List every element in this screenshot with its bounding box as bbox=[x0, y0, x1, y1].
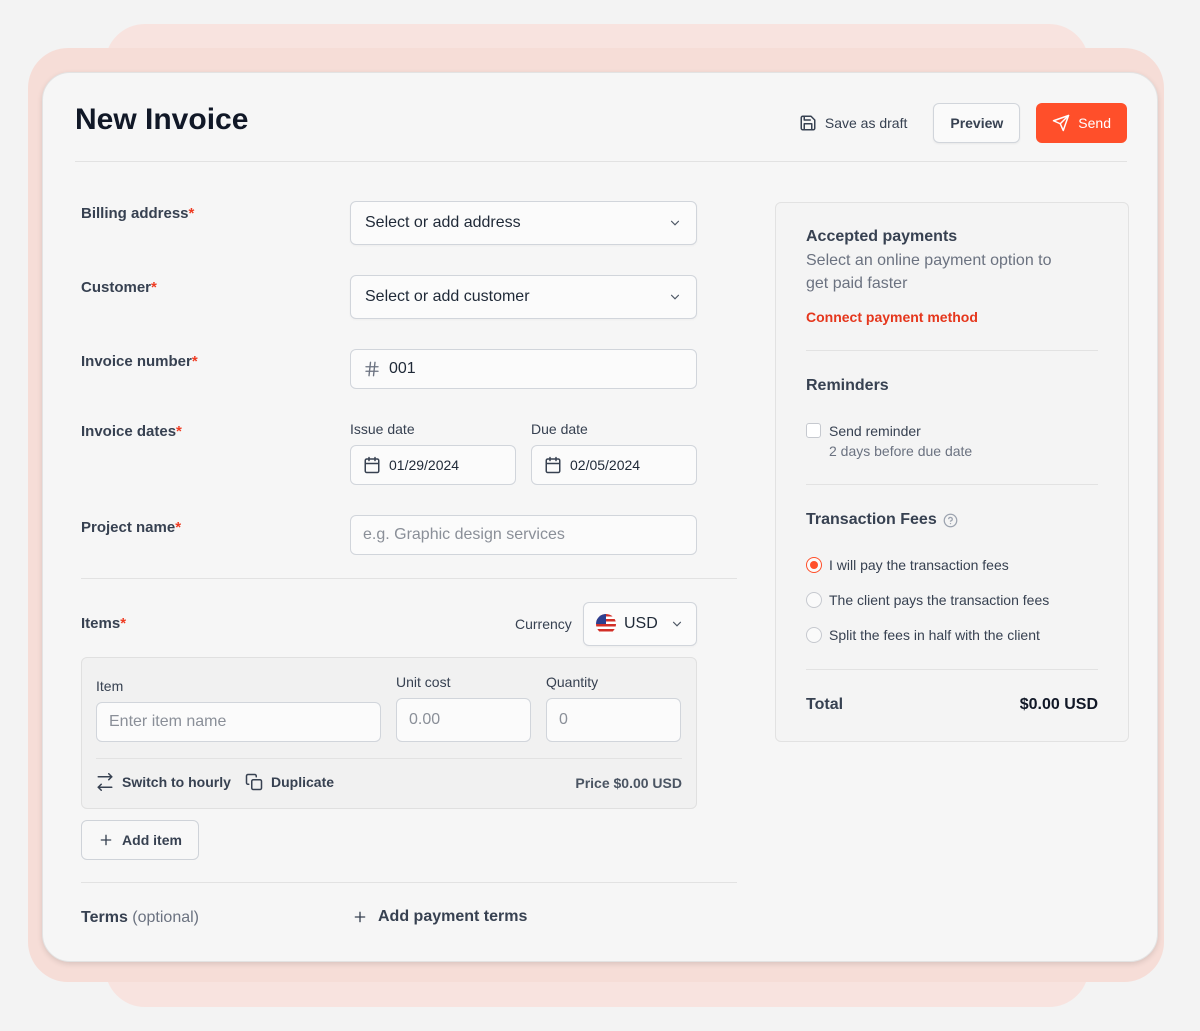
header-actions: Save as draft Preview Send bbox=[789, 103, 1127, 143]
item-name-placeholder: Enter item name bbox=[109, 713, 227, 730]
currency-select[interactable]: USD bbox=[583, 602, 697, 646]
currency-value: USD bbox=[624, 615, 658, 632]
duplicate-label: Duplicate bbox=[271, 774, 335, 790]
fee-option-label-2: Split the fees in half with the client bbox=[829, 627, 1040, 643]
reminder-detail: 2 days before due date bbox=[829, 443, 973, 459]
transaction-fees-heading: Transaction Fees bbox=[806, 511, 958, 529]
invoice-card: New Invoice Save as draft Preview Send B… bbox=[42, 72, 1158, 962]
chevron-down-icon bbox=[668, 216, 682, 230]
fee-option-radio-1[interactable] bbox=[806, 592, 822, 608]
quantity-column-label: Quantity bbox=[546, 674, 599, 690]
page-title: New Invoice bbox=[75, 103, 249, 136]
due-date-label: Due date bbox=[531, 421, 588, 437]
sidebar-divider bbox=[806, 669, 1098, 670]
project-name-label: Project name* bbox=[81, 519, 182, 536]
item-column-label: Item bbox=[96, 678, 124, 694]
item-price: Price $0.00 USD bbox=[575, 775, 682, 791]
connect-payment-link[interactable]: Connect payment method bbox=[806, 309, 978, 325]
help-circle-icon[interactable] bbox=[943, 513, 958, 528]
item-name-input[interactable]: Enter item name bbox=[96, 702, 381, 742]
add-item-button[interactable]: Add item bbox=[81, 820, 199, 860]
billing-address-label: Billing address* bbox=[81, 205, 195, 222]
customer-label: Customer* bbox=[81, 279, 157, 296]
us-flag-icon bbox=[596, 614, 616, 634]
send-reminder-label: Send reminder bbox=[829, 423, 921, 439]
transaction-fees-title: Transaction Fees bbox=[806, 511, 937, 528]
invoice-number-input[interactable]: 001 bbox=[350, 349, 697, 389]
item-row-card: Item Unit cost Quantity Enter item name … bbox=[81, 657, 697, 809]
calendar-icon bbox=[363, 456, 381, 474]
chevron-down-icon bbox=[670, 617, 684, 631]
project-name-input[interactable]: e.g. Graphic design services bbox=[350, 515, 697, 555]
fee-option-radio-2[interactable] bbox=[806, 627, 822, 643]
plus-icon bbox=[98, 832, 114, 848]
swap-arrows-icon bbox=[96, 773, 114, 791]
hash-icon bbox=[363, 360, 381, 378]
send-label: Send bbox=[1078, 115, 1111, 131]
send-reminder-checkbox[interactable] bbox=[806, 423, 821, 438]
switch-hourly-label: Switch to hourly bbox=[122, 774, 231, 790]
reminders-title: Reminders bbox=[806, 377, 889, 394]
sidebar-divider bbox=[806, 484, 1098, 485]
invoice-number-label: Invoice number* bbox=[81, 353, 198, 370]
terms-label: Terms (optional) bbox=[81, 909, 199, 926]
unit-cost-column-label: Unit cost bbox=[396, 674, 451, 690]
chevron-down-icon bbox=[668, 290, 682, 304]
unit-cost-input[interactable]: 0.00 bbox=[396, 698, 531, 742]
sidebar-divider bbox=[806, 350, 1098, 351]
save-draft-label: Save as draft bbox=[824, 115, 908, 131]
unit-cost-placeholder: 0.00 bbox=[409, 711, 441, 728]
invoice-number-value: 001 bbox=[389, 360, 416, 377]
invoice-dates-label: Invoice dates* bbox=[81, 423, 182, 440]
preview-button[interactable]: Preview bbox=[933, 103, 1021, 143]
accepted-payments-title: Accepted payments bbox=[806, 228, 958, 245]
due-date-input[interactable]: 02/05/2024 bbox=[531, 445, 697, 485]
issue-date-value: 01/29/2024 bbox=[389, 457, 460, 473]
fee-option-label-0: I will pay the transaction fees bbox=[829, 557, 1009, 573]
fee-option-radio-0[interactable] bbox=[806, 557, 822, 573]
terms-divider bbox=[81, 882, 737, 883]
accepted-payments-text: Select an online payment option to get p… bbox=[806, 252, 1052, 292]
header-divider bbox=[75, 161, 1127, 162]
save-draft-button[interactable]: Save as draft bbox=[789, 106, 918, 140]
add-payment-terms-button[interactable]: Add payment terms bbox=[352, 908, 527, 926]
project-name-placeholder: e.g. Graphic design services bbox=[363, 526, 565, 543]
billing-address-select[interactable]: Select or add address bbox=[350, 201, 697, 245]
item-row-divider bbox=[96, 758, 682, 759]
payment-sidebar: Accepted payments Select an online payme… bbox=[775, 202, 1129, 742]
customer-value: Select or add customer bbox=[365, 288, 530, 305]
save-icon bbox=[799, 114, 817, 132]
fee-option-label-1: The client pays the transaction fees bbox=[829, 592, 1050, 608]
total-label: Total bbox=[806, 696, 844, 713]
send-button[interactable]: Send bbox=[1036, 103, 1127, 143]
customer-select[interactable]: Select or add customer bbox=[350, 275, 697, 319]
add-payment-terms-label: Add payment terms bbox=[378, 908, 528, 925]
send-icon bbox=[1052, 114, 1070, 132]
duplicate-button[interactable]: Duplicate bbox=[245, 773, 334, 791]
quantity-placeholder: 0 bbox=[559, 711, 568, 728]
plus-icon bbox=[352, 909, 368, 925]
due-date-value: 02/05/2024 bbox=[570, 457, 641, 473]
billing-address-value: Select or add address bbox=[365, 214, 521, 231]
total-value: $0.00 USD bbox=[1019, 696, 1098, 713]
quantity-input[interactable]: 0 bbox=[546, 698, 681, 742]
currency-label: Currency bbox=[515, 616, 572, 632]
copy-icon bbox=[245, 773, 263, 791]
issue-date-input[interactable]: 01/29/2024 bbox=[350, 445, 516, 485]
issue-date-label: Issue date bbox=[350, 421, 415, 437]
items-label: Items* bbox=[81, 615, 127, 632]
switch-hourly-button[interactable]: Switch to hourly bbox=[96, 773, 231, 791]
section-divider bbox=[81, 578, 737, 579]
add-item-label: Add item bbox=[122, 832, 182, 848]
calendar-icon bbox=[544, 456, 562, 474]
currency-display: USD bbox=[596, 614, 658, 634]
